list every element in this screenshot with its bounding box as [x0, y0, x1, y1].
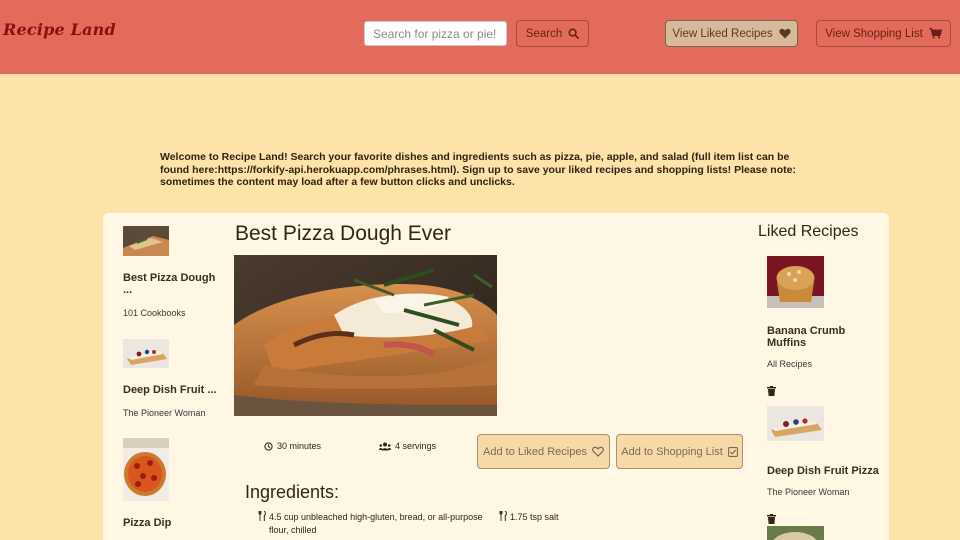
servings: 4 servings — [379, 441, 436, 451]
utensils-icon — [258, 511, 266, 537]
liked-publisher: All Recipes — [767, 359, 813, 369]
liked-thumbnail — [767, 406, 887, 445]
heart-outline-icon — [592, 446, 604, 457]
welcome-text: Welcome to Recipe Land! Search your favo… — [160, 151, 796, 188]
trash-icon[interactable] — [767, 381, 777, 396]
result-thumbnail — [123, 226, 223, 260]
ingredient-text: 4.5 cup unbleached high-gluten, bread, o… — [269, 512, 483, 535]
search-input[interactable] — [364, 21, 507, 46]
result-publisher: The Pioneer Woman — [123, 408, 206, 418]
servings-text: 4 servings — [395, 441, 437, 451]
liked-title: Deep Dish Fruit Pizza — [767, 465, 879, 477]
add-to-liked-label: Add to Liked Recipes — [483, 445, 587, 458]
result-item[interactable]: Pizza Dip — [123, 438, 223, 540]
ingredient-item: 1.75 tsp salt — [499, 511, 599, 524]
liked-publisher: The Pioneer Woman — [767, 487, 850, 497]
add-to-shopping-label: Add to Shopping List — [621, 445, 723, 458]
result-publisher: 101 Cookbooks — [123, 308, 186, 318]
result-thumbnail — [123, 339, 223, 372]
heart-icon — [778, 28, 791, 39]
liked-thumbnail — [767, 256, 887, 312]
view-shopping-list-button[interactable]: View Shopping List — [816, 20, 951, 47]
ingredient-item: 4.5 cup unbleached high-gluten, bread, o… — [258, 511, 498, 537]
cook-time: 30 minutes — [264, 441, 321, 451]
result-title: Pizza Dip — [123, 517, 172, 529]
view-liked-label: View Liked Recipes — [672, 27, 773, 40]
recipe-title: Best Pizza Dough Ever — [235, 222, 451, 245]
liked-item[interactable]: Deep Dish Fruit Pizza The Pioneer Woman — [767, 406, 887, 524]
clock-icon — [264, 441, 273, 451]
result-item[interactable]: Deep Dish Fruit ... The Pioneer Woman — [123, 339, 223, 418]
search-icon — [568, 28, 580, 39]
search-button[interactable]: Search — [516, 20, 589, 47]
cook-time-text: 30 minutes — [277, 441, 322, 451]
search-button-label: Search — [525, 27, 563, 40]
liked-title: Banana Crumb Muffins — [767, 325, 846, 349]
result-title: Deep Dish Fruit ... — [123, 384, 217, 396]
recipe-image — [234, 255, 497, 416]
liked-recipes-heading: Liked Recipes — [758, 223, 859, 240]
result-thumbnail — [123, 438, 223, 505]
view-liked-recipes-button[interactable]: View Liked Recipes — [665, 20, 798, 47]
users-icon — [379, 442, 391, 451]
checkbox-icon — [727, 446, 738, 457]
ingredients-heading: Ingredients: — [245, 482, 340, 502]
add-to-shopping-list-button[interactable]: Add to Shopping List — [616, 434, 743, 469]
add-to-liked-button[interactable]: Add to Liked Recipes — [477, 434, 610, 469]
recipe-card: Best Pizza Dough ... 101 Cookbooks Deep … — [103, 213, 889, 540]
brand-logo[interactable]: Recipe Land — [3, 20, 116, 39]
liked-item[interactable]: Banana Crumb Muffins All Recipes — [767, 256, 887, 396]
result-title: Best Pizza Dough ... — [123, 272, 216, 296]
utensils-icon — [499, 511, 507, 524]
trash-icon[interactable] — [767, 509, 777, 524]
liked-thumbnail[interactable] — [767, 526, 824, 540]
top-header: Recipe Land Search View Liked Recipes Vi… — [0, 0, 960, 74]
view-shopping-label: View Shopping List — [825, 27, 923, 40]
result-item[interactable]: Best Pizza Dough ... 101 Cookbooks — [123, 226, 223, 318]
ingredient-text: 1.75 tsp salt — [510, 512, 559, 522]
cart-icon — [929, 28, 942, 39]
